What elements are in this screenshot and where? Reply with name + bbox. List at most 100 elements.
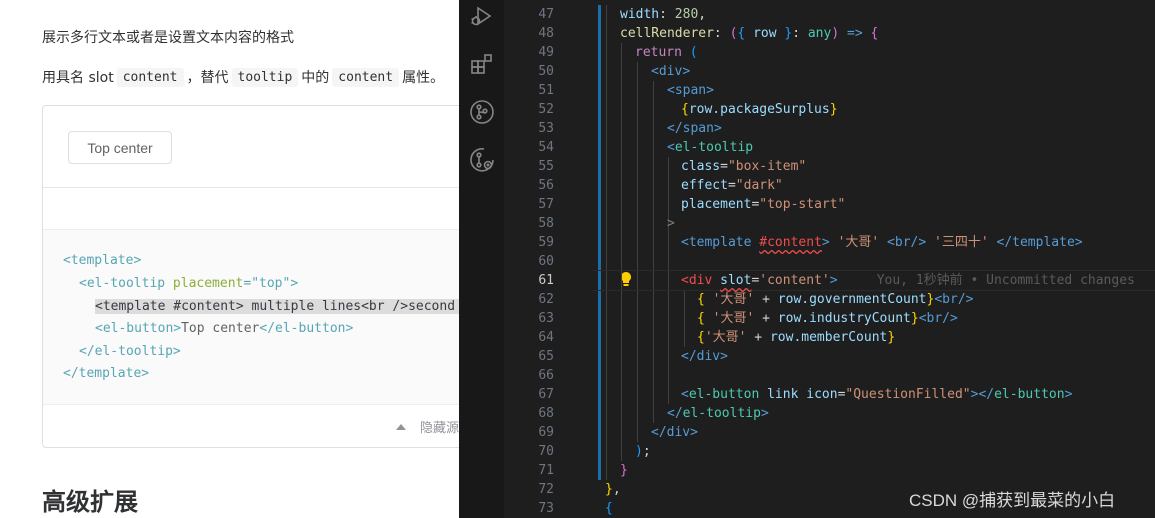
hide-source-label: 隐藏源 — [420, 421, 460, 436]
text-fragment: 中的 — [301, 70, 330, 86]
code-line: <template> — [63, 252, 141, 270]
line-number: 58 — [538, 216, 554, 231]
code-line: }, — [605, 482, 621, 497]
line-number: 59 — [538, 235, 554, 250]
token: br — [942, 292, 958, 307]
token: "QuestionFilled" — [845, 387, 971, 402]
code-line: <el-button>Top center</el-button> — [95, 320, 353, 338]
token: template — [1012, 235, 1075, 250]
code-line: class="box-item" — [681, 159, 807, 174]
description-text: 展示多行文本或者是设置文本内容的格式 — [42, 30, 294, 46]
token: br — [894, 235, 911, 250]
indent-guide — [684, 290, 685, 347]
line-number: 50 — [538, 64, 554, 79]
token: el-tooltip — [682, 406, 761, 421]
line-number: 60 — [538, 254, 554, 269]
hide-source-toggle[interactable]: 隐藏源 — [396, 417, 459, 436]
line-number: 47 — [538, 7, 554, 22]
line-number: 67 — [538, 387, 554, 402]
token: slot — [720, 273, 752, 288]
source-code-block: <template> <el-tooltip placement="top"> … — [43, 229, 460, 405]
code-text: </el-button> — [259, 321, 354, 336]
code-text-selected: <template #content> multiple lines<br />… — [95, 299, 460, 314]
token: template — [688, 235, 752, 250]
code-text: <el-tooltip — [79, 276, 173, 291]
indent-guide — [653, 81, 654, 423]
slot-usage-text: 用具名 slot content ，替代 tooltip 中的 content … — [42, 67, 444, 87]
code-line: </el-tooltip> — [667, 406, 769, 421]
code-text: <template> — [63, 253, 142, 268]
code-text: <el-button> — [95, 321, 182, 336]
divider — [43, 187, 460, 188]
line-number: 53 — [538, 121, 554, 136]
token: row.governmentCount — [777, 292, 927, 307]
code-line: } — [620, 463, 628, 478]
line-number: 52 — [538, 102, 554, 117]
line-number: 54 — [538, 140, 554, 155]
token: cellRenderer — [620, 26, 714, 41]
token: '大哥' — [712, 311, 755, 326]
token: span — [674, 83, 707, 98]
code-line: {'大哥' + row.memberCount} — [697, 330, 896, 345]
code-line: </el-tooltip> — [79, 343, 181, 361]
code-text: ="top"> — [243, 276, 299, 291]
code-line: </span> — [667, 121, 722, 136]
top-center-button[interactable]: Top center — [68, 131, 172, 164]
caret-up-icon — [396, 423, 406, 430]
code-text: Top center — [181, 321, 260, 336]
token: div — [696, 349, 721, 364]
token: "top-start" — [759, 197, 846, 212]
token: el-tooltip — [674, 140, 754, 155]
indent-guide — [606, 5, 607, 480]
line-number: 63 — [538, 311, 554, 326]
line-number: 66 — [538, 368, 554, 383]
indent-guide — [621, 43, 622, 461]
token: return — [635, 45, 682, 60]
text-fragment: 用具名 slot — [42, 70, 114, 86]
code-line: <template #content> multiple lines<br />… — [95, 298, 460, 316]
token: effect — [681, 178, 728, 193]
inline-code-content: content — [332, 67, 400, 87]
token: '三四十' — [934, 235, 989, 250]
git-blame-annotation: You, 1秒钟前 • Uncommitted changes — [876, 273, 1135, 288]
code-area[interactable]: width: 280, cellRenderer: ({ row }: any)… — [593, 0, 1155, 518]
documentation-pane: 展示多行文本或者是设置文本内容的格式 用具名 slot content ，替代 … — [0, 0, 460, 518]
code-line: <el-tooltip placement="top"> — [79, 275, 298, 293]
line-number: 65 — [538, 349, 554, 364]
token: '大哥' — [837, 235, 880, 250]
source-control-icon[interactable] — [469, 99, 495, 125]
token: width — [620, 7, 660, 22]
token: '大哥' — [704, 330, 747, 345]
code-line: <div> — [651, 64, 691, 79]
demo-footer: 隐藏源 — [43, 403, 460, 447]
token: div — [666, 425, 691, 440]
code-line: { — [605, 501, 613, 516]
code-line: <el-button link icon="QuestionFilled"></… — [681, 387, 1073, 402]
code-line: { '大哥' + row.governmentCount}<br/> — [697, 292, 974, 307]
code-text: </template> — [63, 366, 150, 381]
token: el-button — [688, 387, 760, 402]
code-line: <span> — [667, 83, 714, 98]
line-number: 56 — [538, 178, 554, 193]
modified-lines-indicator — [598, 5, 601, 480]
line-number: 68 — [538, 406, 554, 421]
indent-guide — [637, 62, 638, 442]
code-line-current: <div slot='content'> You, 1秒钟前 • Uncommi… — [593, 270, 1155, 291]
token: div — [658, 64, 683, 79]
demo-block: Top center <template> <el-tooltip placem… — [42, 105, 460, 448]
line-number: 71 — [538, 463, 554, 478]
text-fragment: ，替代 — [186, 70, 229, 86]
remote-explorer-icon[interactable] — [469, 147, 495, 173]
token: row.packageSurplus — [688, 102, 830, 117]
token: 280 — [674, 7, 699, 22]
line-number: 69 — [538, 425, 554, 440]
run-debug-icon[interactable] — [469, 3, 495, 29]
code-editor: 47 48 49 50 51 52 53 54 55 56 57 58 59 6… — [459, 0, 1155, 518]
inline-code-content: content — [116, 67, 184, 87]
token: any — [807, 26, 832, 41]
code-text: placement — [172, 276, 244, 291]
token: placement — [681, 197, 752, 212]
code-text: </el-tooltip> — [79, 344, 181, 359]
extensions-icon[interactable] — [469, 51, 495, 77]
text-fragment: 属性。 — [402, 70, 445, 86]
